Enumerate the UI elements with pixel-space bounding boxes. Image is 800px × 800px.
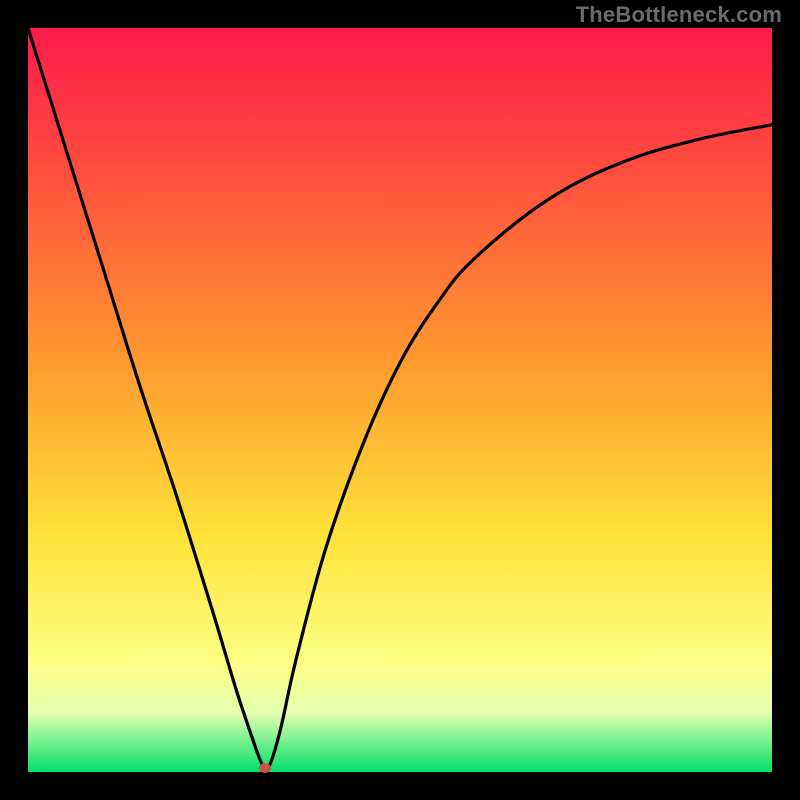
minimum-marker bbox=[259, 763, 271, 773]
chart-outer-frame: TheBottleneck.com bbox=[0, 0, 800, 800]
plot-area bbox=[28, 28, 772, 772]
plot-frame bbox=[28, 28, 772, 772]
watermark-text: TheBottleneck.com bbox=[576, 2, 782, 28]
bottleneck-curve bbox=[28, 28, 772, 772]
